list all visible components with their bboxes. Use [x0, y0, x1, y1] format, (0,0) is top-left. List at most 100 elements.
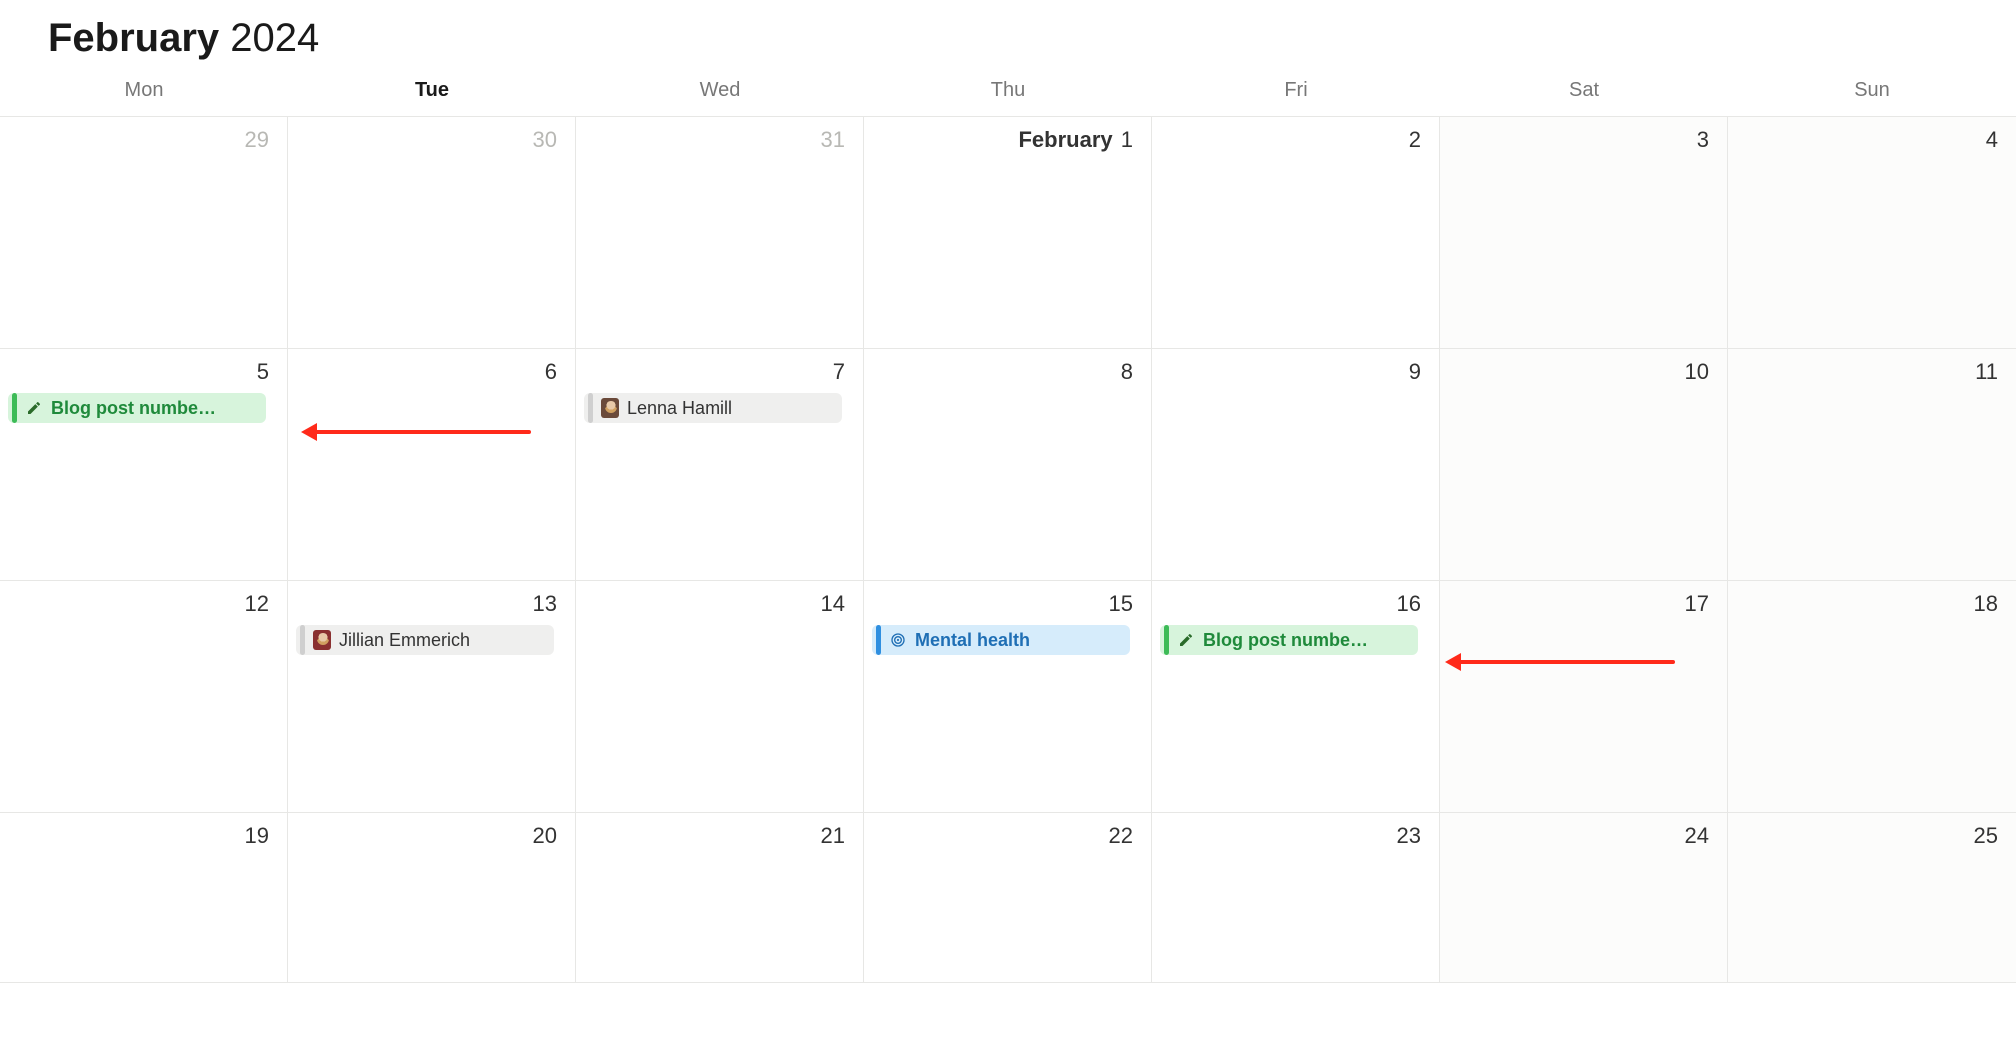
day-number-row: 9 [1160, 355, 1431, 393]
month-inline-label: February [1018, 127, 1118, 152]
day-number-row: 30 [296, 123, 567, 161]
events-list: Blog post numbe… [8, 393, 279, 423]
event-label: Mental health [915, 630, 1030, 651]
day-cell[interactable]: 19 [0, 813, 288, 982]
day-cell[interactable]: 21 [576, 813, 864, 982]
day-number: 14 [821, 591, 845, 616]
day-cell[interactable]: 2 [1152, 117, 1440, 348]
day-cell[interactable]: 3 [1440, 117, 1728, 348]
dow-tue: Tue [288, 73, 576, 116]
calendar: February 2024 MonTueWedThuFriSatSun 2930… [0, 0, 2016, 983]
day-number: 17 [1685, 591, 1709, 616]
pencil-icon [1177, 631, 1195, 649]
day-cell[interactable]: 7 Lenna Hamill [576, 349, 864, 580]
day-cell[interactable]: 31 [576, 117, 864, 348]
day-number: 21 [821, 823, 845, 848]
day-number: 8 [1121, 359, 1133, 384]
events-list: Jillian Emmerich [296, 625, 567, 655]
day-cell[interactable]: 8 [864, 349, 1152, 580]
day-cell[interactable]: 6 [288, 349, 576, 580]
day-cell[interactable]: 9 [1152, 349, 1440, 580]
day-cell[interactable]: 22 [864, 813, 1152, 982]
day-number-row: 5 [8, 355, 279, 393]
calendar-event[interactable]: Blog post numbe… [1160, 625, 1418, 655]
day-cell[interactable]: 5 Blog post numbe… [0, 349, 288, 580]
day-number: 30 [533, 127, 557, 152]
dow-fri: Fri [1152, 73, 1440, 116]
day-number: February 1 [1018, 127, 1133, 152]
week-row: 5 Blog post numbe… 6 7 Lenna Hamill 8 910 11 [0, 349, 2016, 581]
day-of-week-header: MonTueWedThuFriSatSun [0, 73, 2016, 117]
day-number: 7 [833, 359, 845, 384]
day-number-row: 31 [584, 123, 855, 161]
day-cell[interactable]: 14 [576, 581, 864, 812]
day-number: 22 [1109, 823, 1133, 848]
day-cell[interactable]: 18 [1728, 581, 2016, 812]
week-row: 19 20 21 22 23 24 25 [0, 813, 2016, 983]
event-label: Blog post numbe… [51, 398, 216, 419]
event-color-bar [300, 625, 305, 655]
day-cell[interactable]: 17 [1440, 581, 1728, 812]
day-number-row: 6 [296, 355, 567, 393]
day-number: 11 [1975, 359, 1998, 384]
avatar-icon [313, 631, 331, 649]
day-number: 12 [245, 591, 269, 616]
day-cell[interactable]: February 1 [864, 117, 1152, 348]
event-color-bar [588, 393, 593, 423]
event-label: Lenna Hamill [627, 398, 732, 419]
day-number: 29 [245, 127, 269, 152]
day-cell[interactable]: 16 Blog post numbe… [1152, 581, 1440, 812]
day-cell[interactable]: 24 [1440, 813, 1728, 982]
day-number: 18 [1974, 591, 1998, 616]
day-number: 16 [1397, 591, 1421, 616]
calendar-event[interactable]: Jillian Emmerich [296, 625, 554, 655]
event-color-bar [1164, 625, 1169, 655]
day-cell[interactable]: 15 Mental health [864, 581, 1152, 812]
month-title: February 2024 [0, 16, 2016, 73]
day-cell[interactable]: 25 [1728, 813, 2016, 982]
day-number-row: 25 [1736, 819, 2008, 857]
day-number: 13 [533, 591, 557, 616]
calendar-event[interactable]: Blog post numbe… [8, 393, 266, 423]
day-number: 6 [545, 359, 557, 384]
calendar-event[interactable]: Mental health [872, 625, 1130, 655]
day-number: 15 [1109, 591, 1133, 616]
day-cell[interactable]: 29 [0, 117, 288, 348]
day-cell[interactable]: 10 [1440, 349, 1728, 580]
event-color-bar [12, 393, 17, 423]
day-number-row: 2 [1160, 123, 1431, 161]
dow-sat: Sat [1440, 73, 1728, 116]
day-cell[interactable]: 4 [1728, 117, 2016, 348]
year-label: 2024 [230, 16, 319, 60]
day-number-row: 23 [1160, 819, 1431, 857]
day-number: 2 [1409, 127, 1421, 152]
day-number: 5 [257, 359, 269, 384]
day-number-row: 11 [1736, 355, 2008, 393]
events-list: Lenna Hamill [584, 393, 855, 423]
pencil-icon [25, 399, 43, 417]
week-row: 29 30 31 February 1 2 3 4 [0, 117, 2016, 349]
day-number: 20 [533, 823, 557, 848]
day-number-row: 22 [872, 819, 1143, 857]
day-number: 4 [1986, 127, 1998, 152]
event-label: Jillian Emmerich [339, 630, 470, 651]
day-number: 31 [821, 127, 845, 152]
day-number: 25 [1974, 823, 1998, 848]
target-icon [889, 631, 907, 649]
day-number-row: February 1 [872, 123, 1143, 161]
day-cell[interactable]: 13 Jillian Emmerich [288, 581, 576, 812]
week-row: 12 13 Jillian Emmerich 14 15 Mental health 16 B… [0, 581, 2016, 813]
day-number: 23 [1397, 823, 1421, 848]
day-number: 19 [245, 823, 269, 848]
day-number-row: 8 [872, 355, 1143, 393]
day-cell[interactable]: 11 [1728, 349, 2016, 580]
month-label: February [48, 16, 219, 60]
day-cell[interactable]: 12 [0, 581, 288, 812]
calendar-event[interactable]: Lenna Hamill [584, 393, 842, 423]
day-number-row: 20 [296, 819, 567, 857]
day-number: 3 [1697, 127, 1709, 152]
day-cell[interactable]: 30 [288, 117, 576, 348]
events-list: Mental health [872, 625, 1143, 655]
day-cell[interactable]: 23 [1152, 813, 1440, 982]
day-cell[interactable]: 20 [288, 813, 576, 982]
